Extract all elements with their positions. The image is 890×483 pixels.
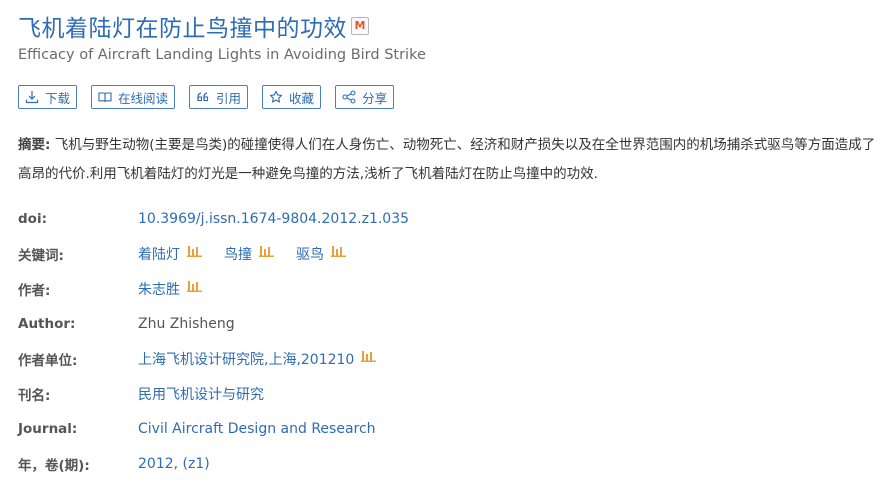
favorite-button[interactable]: 收藏: [262, 85, 322, 109]
keyword-link[interactable]: 着陆灯: [138, 244, 180, 264]
favorite-label: 收藏: [289, 90, 315, 106]
page-subtitle: Efficacy of Aircraft Landing Lights in A…: [18, 47, 426, 63]
m-badge-icon[interactable]: M: [351, 17, 369, 35]
page-title: 飞机着陆灯在防止鸟撞中的功效: [18, 16, 347, 42]
star-icon: [269, 90, 283, 104]
journal-en-label: Journal:: [18, 421, 78, 437]
keyword-link[interactable]: 鸟撞: [224, 244, 252, 264]
bar-chart-icon[interactable]: [361, 348, 377, 362]
bar-chart-icon[interactable]: [259, 243, 274, 257]
download-icon: [25, 90, 39, 104]
cite-button[interactable]: 引用: [189, 85, 249, 109]
doi-link[interactable]: 10.3969/j.issn.1674-9804.2012.z1.035: [138, 211, 409, 227]
toolbar: 下载 在线阅读 引用 收藏 分享: [18, 85, 408, 109]
read-online-label: 在线阅读: [118, 90, 169, 106]
abstract-text: 飞机与野生动物(主要是鸟类)的碰撞使得人们在人身伤亡、动物死亡、经济和财产损失以…: [18, 137, 876, 182]
quote-icon: [196, 90, 210, 104]
author-label: 作者:: [18, 283, 51, 299]
abstract-label: 摘要:: [18, 137, 51, 153]
bar-chart-icon[interactable]: [331, 243, 346, 257]
share-icon: [342, 90, 356, 104]
author-link[interactable]: 朱志胜: [138, 279, 180, 299]
download-button[interactable]: 下载: [18, 85, 78, 109]
doi-label: doi:: [18, 211, 47, 227]
affiliation-label: 作者单位:: [18, 353, 78, 369]
share-label: 分享: [362, 90, 388, 106]
journal-cn-label: 刊名:: [18, 388, 51, 404]
year-link[interactable]: 2012, (z1): [138, 456, 210, 472]
book-icon: [98, 90, 112, 104]
bar-chart-icon[interactable]: [187, 243, 202, 257]
author-en-label: Author:: [18, 316, 76, 332]
year-label: 年，卷(期):: [18, 458, 90, 474]
author-en-value: Zhu Zhisheng: [138, 316, 235, 332]
cite-label: 引用: [216, 90, 242, 106]
read-online-button[interactable]: 在线阅读: [91, 85, 176, 109]
share-button[interactable]: 分享: [335, 85, 395, 109]
keywords-label: 关键词:: [18, 248, 64, 264]
affiliation-link[interactable]: 上海飞机设计研究院,上海,201210: [138, 349, 354, 369]
journal-cn-link[interactable]: 民用飞机设计与研究: [138, 384, 264, 404]
journal-en-link[interactable]: Civil Aircraft Design and Research: [138, 421, 376, 437]
abstract: 摘要: 飞机与野生动物(主要是鸟类)的碰撞使得人们在人身伤亡、动物死亡、经济和财…: [18, 131, 878, 189]
bar-chart-icon[interactable]: [187, 278, 202, 292]
download-label: 下载: [45, 90, 71, 106]
title-row: 飞机着陆灯在防止鸟撞中的功效 M: [18, 9, 369, 43]
keyword-link[interactable]: 驱鸟: [296, 244, 324, 264]
